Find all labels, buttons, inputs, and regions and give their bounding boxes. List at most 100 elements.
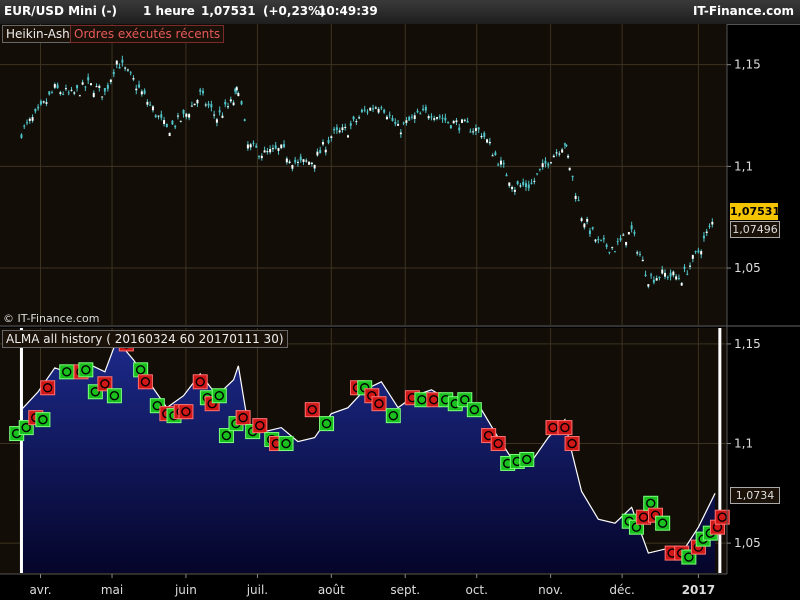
orders-label[interactable]: Ordres exécutés récents: [70, 25, 225, 43]
x-tick-label: juil.: [246, 583, 268, 597]
sell-marker[interactable]: [304, 402, 320, 418]
sell-marker[interactable]: [371, 396, 387, 412]
candle-body: [215, 119, 218, 123]
candle-body: [391, 118, 394, 122]
sell-marker[interactable]: [252, 418, 268, 434]
candle-body: [474, 128, 477, 131]
candle-body: [627, 232, 630, 235]
candle-body: [524, 183, 527, 188]
candle-body: [138, 84, 141, 88]
alma-indicator-label[interactable]: ALMA all history ( 20160324 60 20170111 …: [2, 330, 288, 348]
candle-body: [232, 102, 235, 106]
candle-body: [210, 104, 213, 108]
candle-body: [625, 241, 628, 246]
candle-body: [59, 92, 62, 95]
candle-body: [64, 88, 67, 90]
buy-marker[interactable]: [106, 388, 122, 404]
sell-marker[interactable]: [490, 436, 506, 452]
candle-body: [605, 244, 608, 247]
candle-body: [505, 174, 508, 177]
sell-marker[interactable]: [178, 404, 194, 420]
candle-body: [455, 120, 458, 123]
candle-body: [92, 92, 95, 97]
candle-body: [567, 155, 570, 158]
sell-marker[interactable]: [564, 436, 580, 452]
candle-body: [296, 161, 299, 163]
buy-marker[interactable]: [278, 436, 294, 452]
candle-body: [196, 99, 199, 104]
candle-body: [313, 164, 316, 169]
buy-marker[interactable]: [519, 451, 535, 467]
heikin-ashi-label[interactable]: Heikin-Ashi: [2, 25, 78, 43]
candle-body: [48, 91, 51, 95]
candle-body: [285, 158, 288, 163]
candle-body: [115, 60, 118, 65]
sell-marker[interactable]: [40, 380, 56, 396]
candle-body: [98, 85, 101, 88]
buy-marker[interactable]: [466, 402, 482, 418]
candle-body: [619, 238, 622, 241]
candle-body: [416, 110, 419, 113]
candle-body: [179, 120, 182, 122]
candle-body: [45, 102, 48, 104]
candle-body: [480, 135, 483, 138]
buy-marker[interactable]: [319, 416, 335, 432]
y-tick-label: 1,05: [734, 261, 761, 275]
candle-body: [611, 247, 614, 249]
candle-body: [101, 96, 104, 98]
alma-axis[interactable]: 1,15 1,1 1,05: [727, 337, 761, 550]
candle-body: [491, 155, 494, 157]
candle-body: [472, 131, 475, 133]
candle-body: [675, 276, 678, 280]
candle-body: [330, 136, 333, 138]
buy-marker[interactable]: [59, 364, 75, 380]
candle-body: [541, 163, 544, 168]
candle-body: [408, 116, 411, 121]
candle-body: [658, 276, 661, 279]
candle-body: [397, 124, 400, 126]
candle-body: [255, 145, 258, 148]
candle-body: [650, 274, 653, 276]
candle-body: [422, 108, 425, 111]
candle-body: [697, 250, 700, 253]
candle-body: [447, 121, 450, 123]
candle-body: [383, 109, 386, 113]
candle-body: [666, 276, 669, 278]
candle-body: [652, 279, 655, 283]
candle-body: [341, 127, 344, 131]
time-axis[interactable]: avr. mai juin juil. août sept. oct. nov. déc. 201…: [29, 574, 715, 597]
buy-marker[interactable]: [211, 388, 227, 404]
candle-body: [73, 92, 76, 94]
candle-body: [269, 149, 272, 153]
buy-marker[interactable]: [385, 408, 401, 424]
candle-body: [237, 93, 240, 97]
buy-marker[interactable]: [35, 412, 51, 428]
candle-body: [62, 93, 65, 95]
candle-body: [544, 160, 547, 164]
y-tick-label: 1,15: [734, 58, 761, 72]
sell-marker[interactable]: [557, 420, 573, 436]
candle-body: [441, 118, 444, 120]
price-axis[interactable]: 1,15 1,1 1,05: [727, 58, 761, 275]
candle-body: [366, 111, 369, 113]
candle-body: [76, 85, 79, 89]
candle-body: [449, 125, 452, 129]
candle-body: [552, 155, 555, 158]
chart-canvas[interactable]: 1,15 1,1 1,05 1,15 1,1 1,05 avr. mai juin juil.…: [0, 0, 800, 600]
candle-body: [561, 149, 564, 153]
candle-body: [602, 238, 605, 240]
sell-marker[interactable]: [235, 410, 251, 426]
sell-marker[interactable]: [192, 374, 208, 390]
candle-body: [349, 123, 352, 126]
y-tick-label: 1,1: [734, 437, 753, 451]
candle-body: [34, 108, 37, 112]
sell-marker[interactable]: [137, 374, 153, 390]
candle-body: [686, 273, 689, 275]
candle-body: [689, 265, 692, 267]
buy-marker[interactable]: [78, 362, 94, 378]
candle-body: [258, 156, 261, 158]
candle-body: [291, 165, 294, 169]
buy-marker[interactable]: [655, 515, 671, 531]
x-tick-label: sept.: [390, 583, 420, 597]
candle-body: [221, 115, 224, 118]
